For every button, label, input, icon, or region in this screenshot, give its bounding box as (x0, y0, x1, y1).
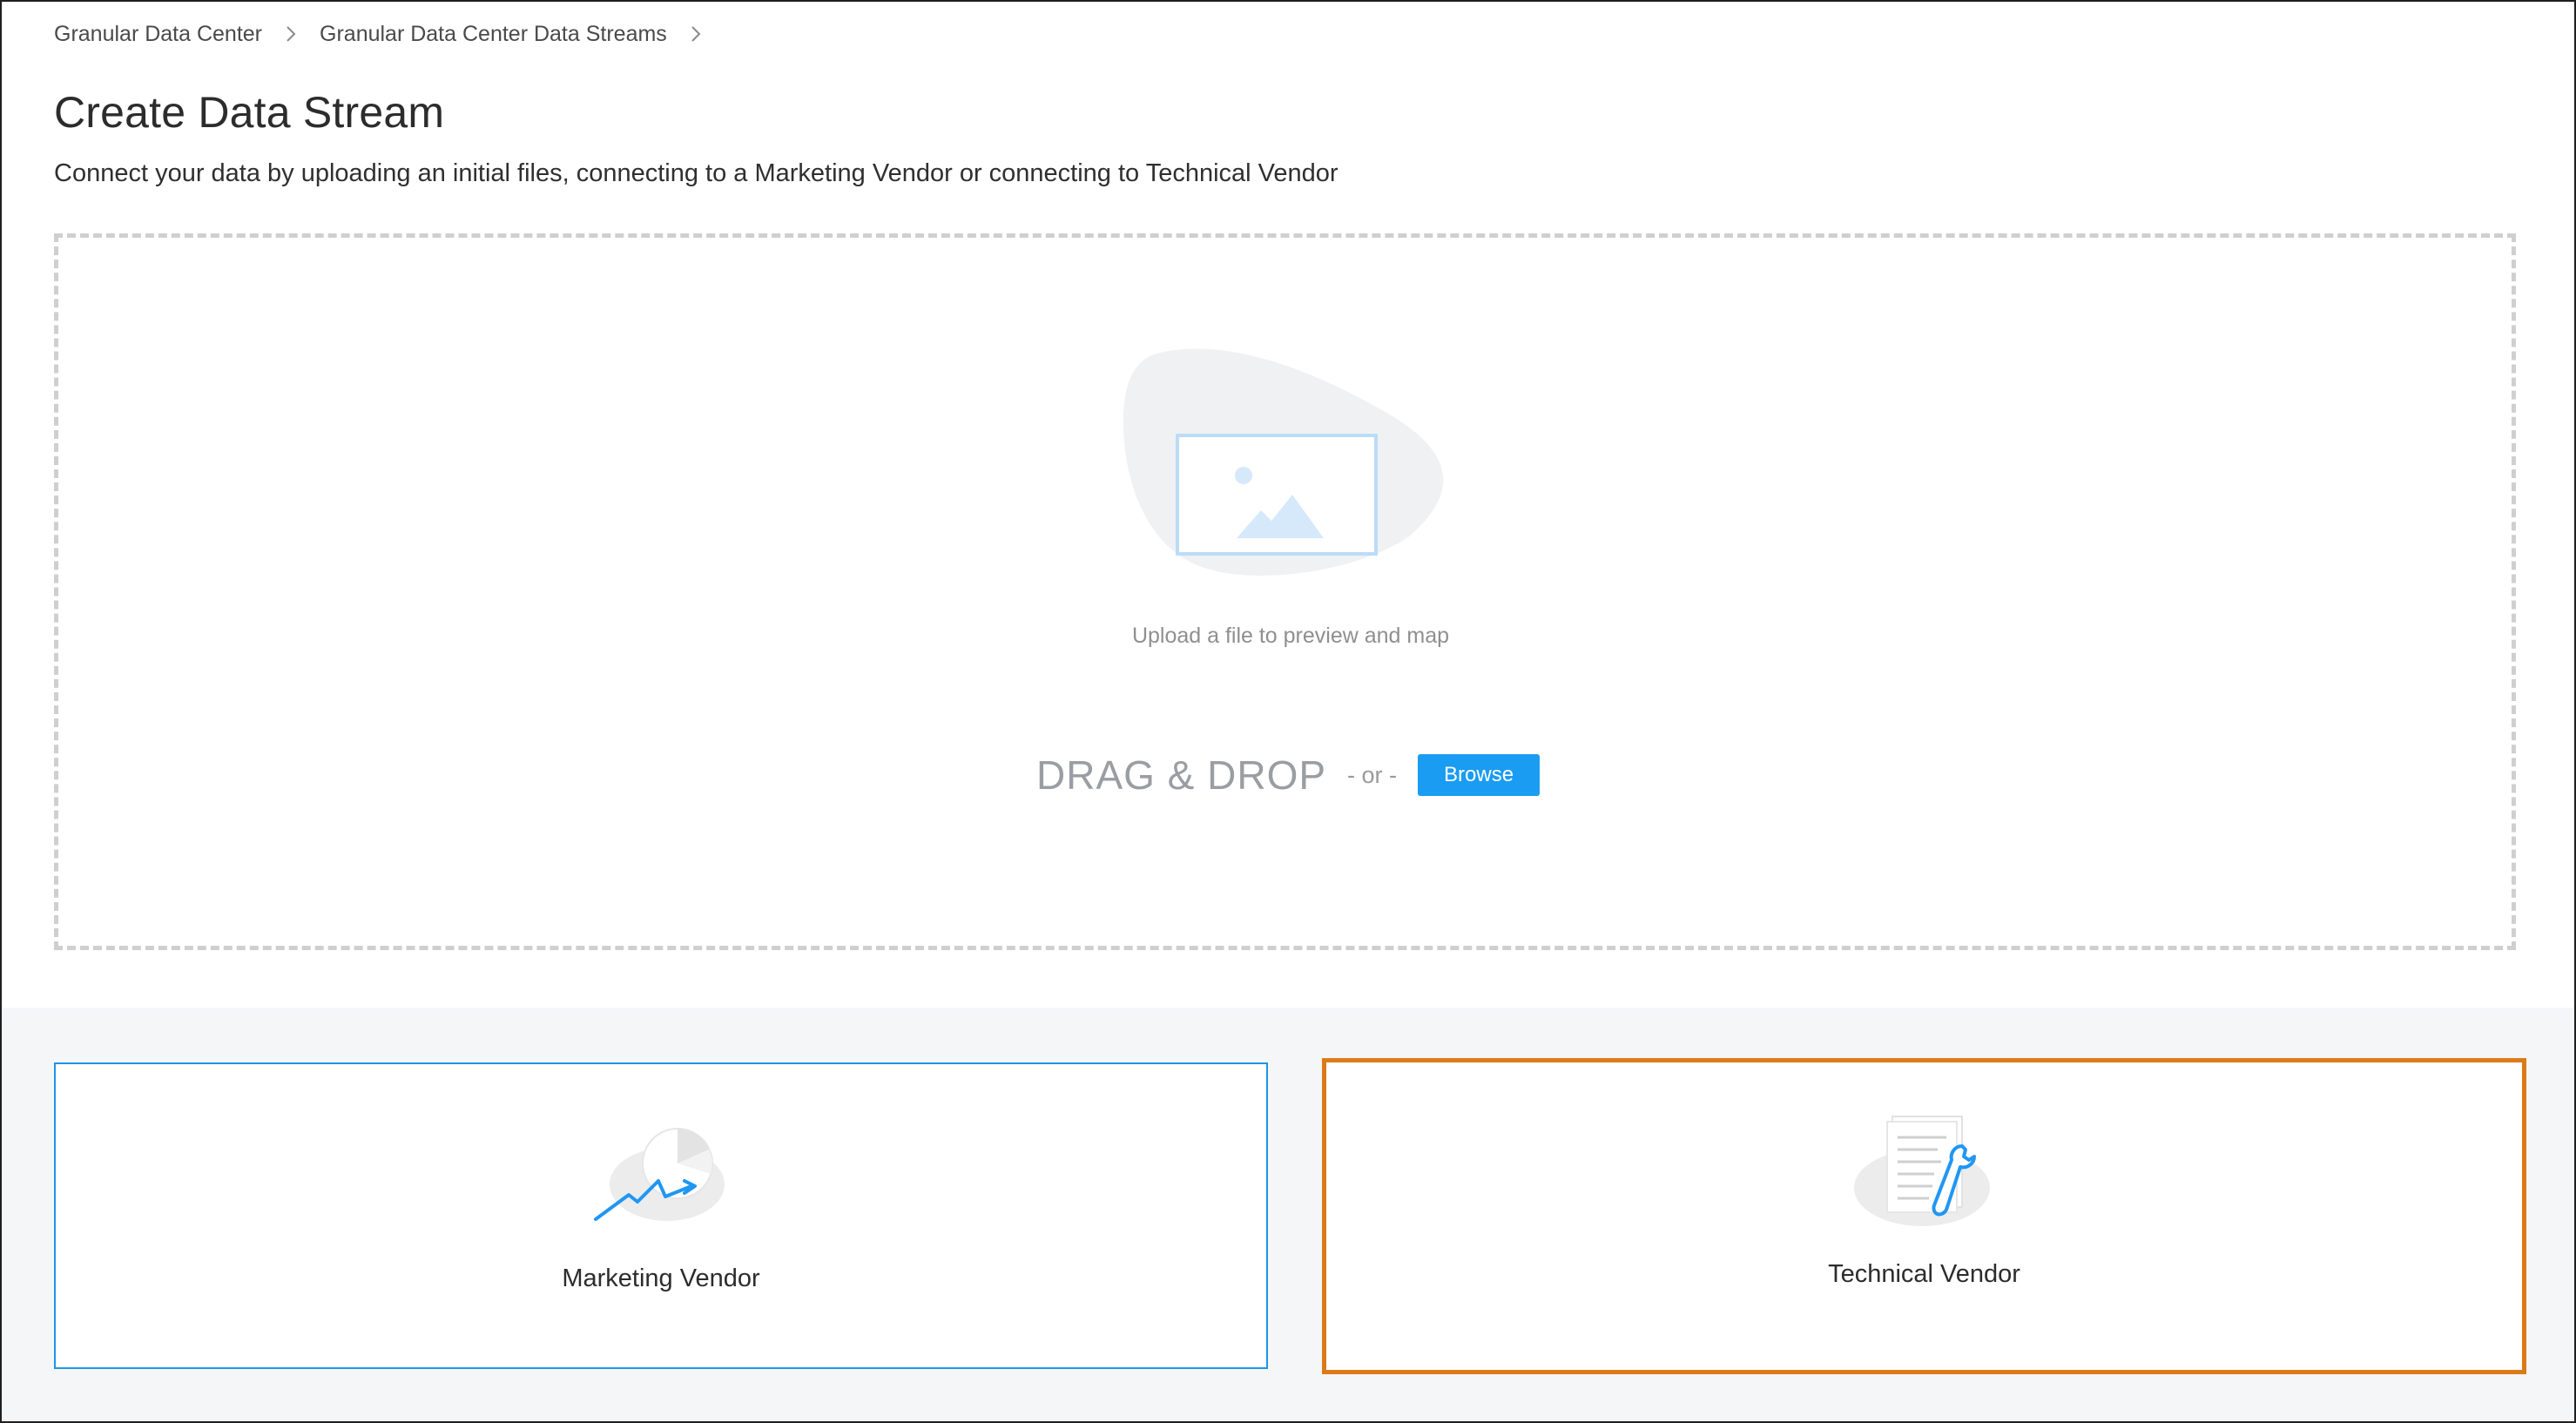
chevron-right-icon (280, 23, 302, 45)
technical-vendor-card[interactable]: Technical Vendor (1322, 1058, 2526, 1374)
technical-document-wrench-icon (1851, 1111, 1999, 1233)
upload-hint: Upload a file to preview and map (1131, 624, 1450, 648)
page-subtitle: Connect your data by uploading an initia… (54, 159, 1339, 187)
page-title: Create Data Stream (54, 88, 445, 137)
file-dropzone[interactable] (54, 233, 2516, 950)
marketing-chart-icon (587, 1113, 735, 1235)
technical-vendor-label: Technical Vendor (1828, 1260, 2020, 1288)
browse-button[interactable]: Browse (1418, 754, 1541, 796)
drag-drop-label: DRAG & DROP (1036, 752, 1327, 798)
marketing-vendor-label: Marketing Vendor (562, 1265, 760, 1292)
breadcrumb: Granular Data Center Granular Data Cente… (54, 19, 725, 49)
marketing-vendor-card[interactable]: Marketing Vendor (54, 1062, 1268, 1369)
chevron-right-icon (684, 23, 707, 45)
app-window: Granular Data Center Granular Data Cente… (0, 0, 2576, 1423)
breadcrumb-item-data-streams[interactable]: Granular Data Center Data Streams (320, 22, 667, 47)
drag-drop-row: DRAG & DROP - or - Browse (1036, 751, 1541, 799)
or-separator: - or - (1347, 761, 1398, 788)
breadcrumb-item-granular-data-center[interactable]: Granular Data Center (54, 22, 262, 47)
image-placeholder-icon (1122, 345, 1453, 583)
